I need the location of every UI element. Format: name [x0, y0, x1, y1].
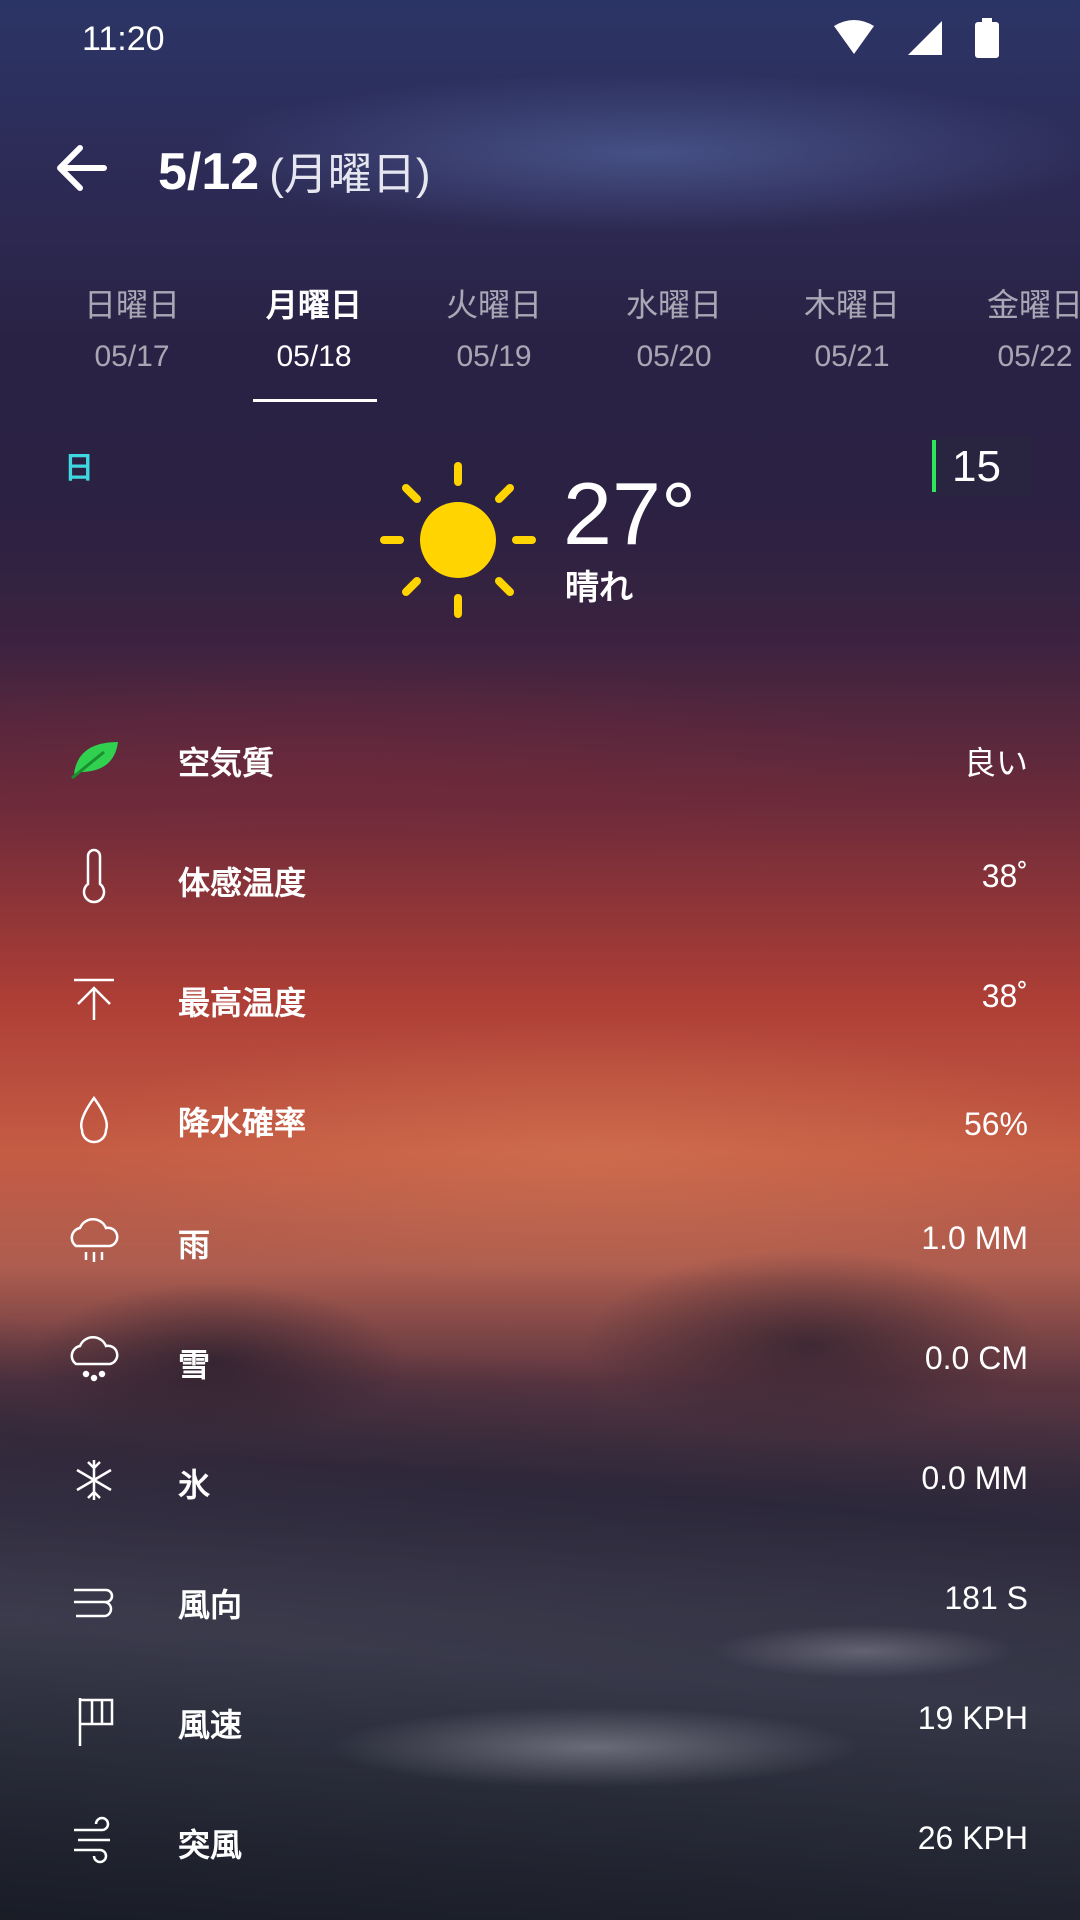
detail-row-air-quality[interactable]: 空気質 良い — [0, 718, 1080, 798]
tab-active-indicator — [253, 399, 377, 402]
tab-date-label: 05/19 — [456, 340, 532, 373]
back-button[interactable] — [52, 138, 112, 198]
current-condition: 晴れ — [565, 568, 633, 608]
detail-value: 56% — [963, 1106, 1028, 1142]
detail-label: 降水確率 — [178, 1104, 307, 1142]
detail-value: 181 S — [944, 1580, 1028, 1616]
tab-day-label: 火曜日 — [445, 286, 542, 324]
detail-label: 空気質 — [178, 744, 275, 782]
tab-date-label: 05/20 — [636, 340, 712, 373]
droplet-icon — [64, 1088, 124, 1148]
gust-icon — [64, 1810, 124, 1870]
arrow-left-icon — [57, 145, 107, 191]
detail-value: 1.0 MM — [921, 1220, 1028, 1256]
detail-label: 雨 — [178, 1226, 211, 1264]
tab-wednesday[interactable]: 水曜日 05/20 — [599, 280, 749, 374]
status-time: 11:20 — [82, 20, 165, 58]
badge-number: 15 — [952, 442, 1001, 491]
wind-direction-icon — [64, 1570, 124, 1630]
leaf-icon — [64, 728, 124, 788]
detail-row-max-temp[interactable]: 最高温度 38˚ — [0, 958, 1080, 1038]
detail-row-precip-chance[interactable]: 降水確率 56% — [0, 1078, 1080, 1158]
rain-cloud-icon — [64, 1210, 124, 1270]
wifi-icon — [832, 20, 876, 60]
snowflake-icon — [64, 1450, 124, 1510]
tab-day-label: 木曜日 — [803, 286, 900, 324]
battery-icon — [974, 18, 1000, 62]
page-title-date: 5/12 — [158, 143, 260, 201]
tab-date-label: 05/21 — [814, 340, 890, 373]
detail-value: 38˚ — [981, 858, 1028, 894]
detail-label: 風速 — [178, 1706, 243, 1744]
tab-tuesday[interactable]: 火曜日 05/19 — [419, 280, 569, 374]
counter-badge: 15 — [930, 436, 1032, 496]
tab-day-label: 日曜日 — [83, 286, 180, 324]
detail-row-gust[interactable]: 突風 26 KPH — [0, 1800, 1080, 1880]
header: 5/12 (月曜日) — [0, 130, 1080, 210]
tab-day-label: 月曜日 — [265, 286, 362, 324]
tab-thursday[interactable]: 木曜日 05/21 — [777, 280, 927, 374]
detail-label: 体感温度 — [178, 864, 307, 902]
badge-accent-bar — [932, 440, 936, 492]
tab-date-label: 05/17 — [94, 340, 170, 373]
sun-icon — [378, 460, 538, 620]
detail-row-snow[interactable]: 雪 0.0 CM — [0, 1320, 1080, 1400]
detail-row-wind-direction[interactable]: 風向 181 S — [0, 1560, 1080, 1640]
status-icons — [832, 18, 1000, 62]
detail-value: 26 KPH — [917, 1820, 1028, 1856]
status-bar: 11:20 — [0, 0, 1080, 82]
day-tabs: 日曜日 05/17 月曜日 05/18 火曜日 05/19 水曜日 05/20 … — [0, 280, 1080, 410]
tab-day-label: 金曜日 — [986, 286, 1080, 324]
tab-day-label: 水曜日 — [625, 286, 722, 324]
detail-row-feels-like[interactable]: 体感温度 38˚ — [0, 838, 1080, 918]
tab-friday[interactable]: 金曜日 05/22 — [960, 280, 1080, 374]
page-title: 5/12 (月曜日) — [158, 138, 431, 202]
current-temperature: 27° — [563, 464, 697, 563]
page-title-weekday: (月曜日) — [269, 150, 431, 199]
detail-row-wind-speed[interactable]: 風速 19 KPH — [0, 1680, 1080, 1760]
detail-row-ice[interactable]: 氷 0.0 MM — [0, 1440, 1080, 1520]
arrow-up-icon — [64, 968, 124, 1028]
detail-value: 38˚ — [981, 978, 1028, 1014]
thermometer-icon — [64, 848, 124, 908]
detail-value: 0.0 MM — [921, 1460, 1028, 1496]
tab-date-label: 05/18 — [276, 340, 352, 373]
tab-sunday[interactable]: 日曜日 05/17 — [57, 280, 207, 374]
detail-value: 良い — [963, 745, 1028, 781]
detail-label: 雪 — [178, 1346, 211, 1384]
period-label: 日 — [64, 451, 94, 486]
snow-cloud-icon — [64, 1330, 124, 1390]
detail-label: 最高温度 — [178, 984, 307, 1022]
detail-label: 風向 — [178, 1586, 243, 1624]
flag-icon — [64, 1690, 124, 1750]
detail-value: 19 KPH — [917, 1700, 1028, 1736]
detail-label: 氷 — [178, 1466, 211, 1504]
detail-value: 0.0 CM — [924, 1340, 1028, 1376]
detail-row-rain[interactable]: 雨 1.0 MM — [0, 1200, 1080, 1280]
tab-date-label: 05/22 — [997, 340, 1073, 373]
tab-monday[interactable]: 月曜日 05/18 — [239, 280, 389, 374]
signal-icon — [906, 19, 944, 61]
detail-label: 突風 — [178, 1826, 243, 1864]
